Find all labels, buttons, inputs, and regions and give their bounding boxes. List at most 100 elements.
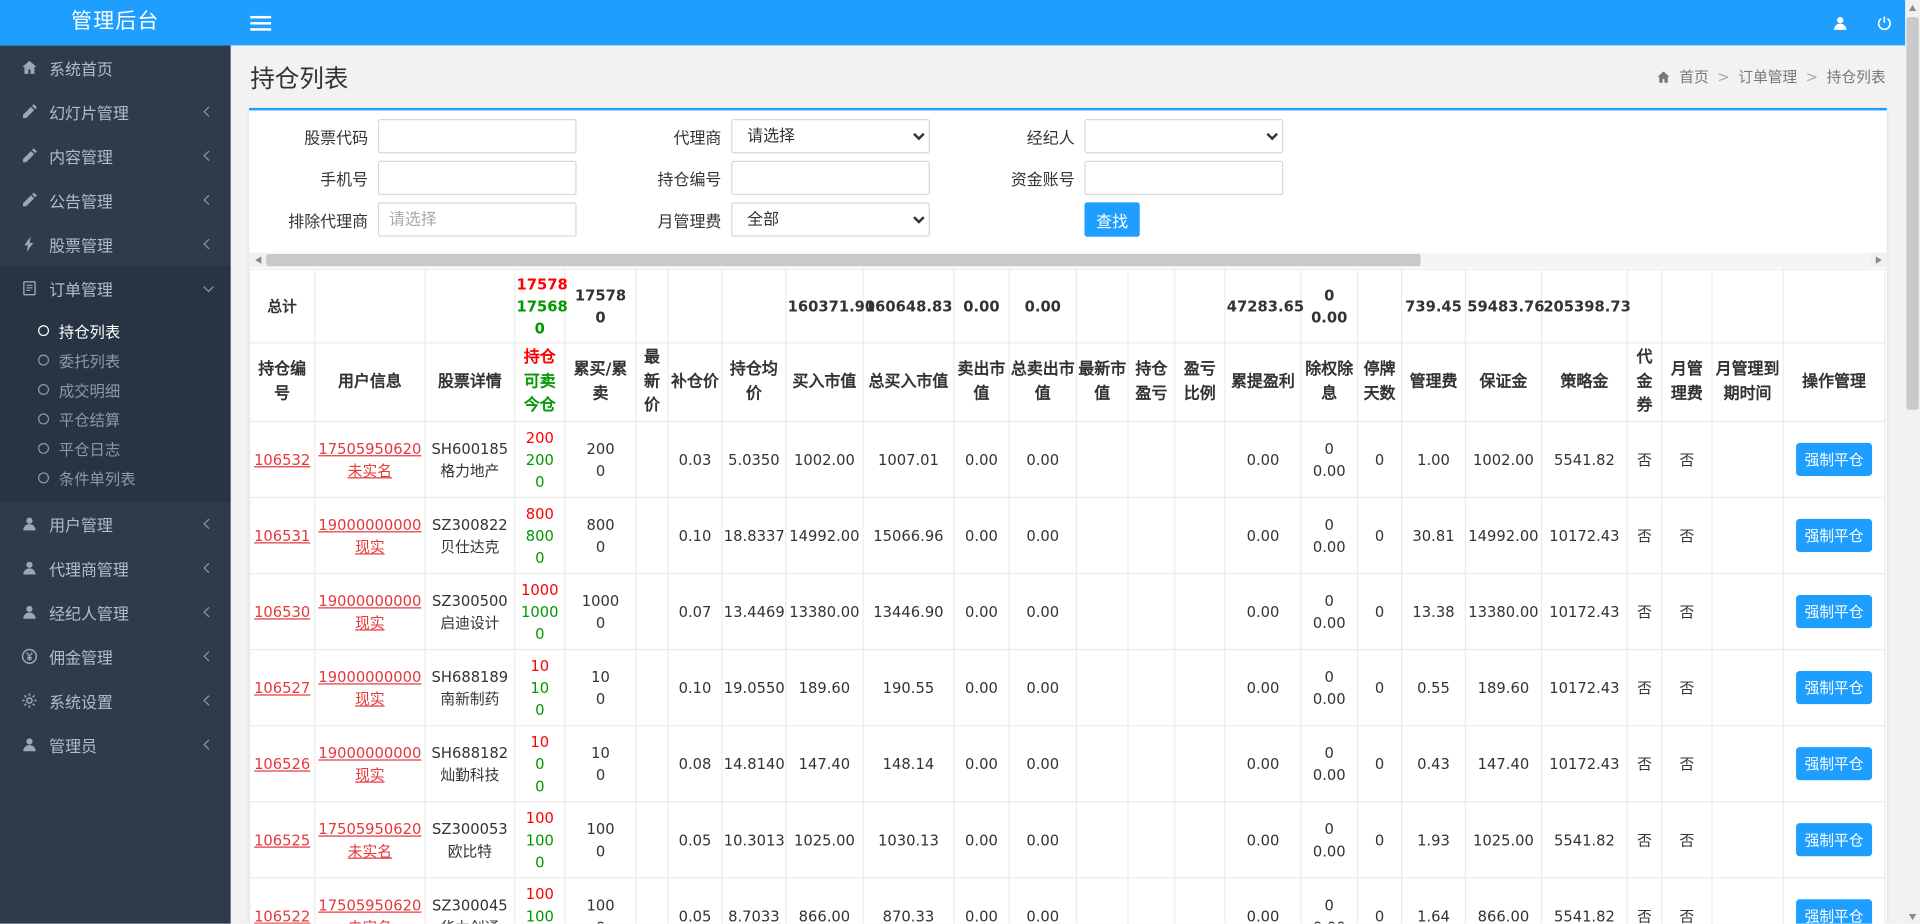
sidebar-subitem-entrust[interactable]: 委托列表 bbox=[0, 345, 231, 374]
accum-buy-sell: 1000 0 bbox=[564, 572, 637, 651]
sidebar-item-label: 经纪人管理 bbox=[49, 605, 129, 624]
force-close-button[interactable]: 强制平仓 bbox=[1796, 823, 1873, 857]
user-phone-link[interactable]: 19000000000 bbox=[318, 592, 421, 609]
sidebar-subitem-condition-orders[interactable]: 条件单列表 bbox=[0, 463, 231, 492]
broker-select[interactable] bbox=[1084, 118, 1284, 154]
user-tag-link[interactable]: 现实 bbox=[355, 538, 384, 555]
user-tag-link[interactable]: 现实 bbox=[355, 690, 384, 707]
horizontal-scrollbar-thumb[interactable] bbox=[266, 253, 1421, 267]
voucher: 否 bbox=[1626, 725, 1663, 803]
total-sell-value: 0.00 bbox=[1008, 725, 1078, 803]
user-phone-link[interactable]: 19000000000 bbox=[318, 668, 421, 685]
scroll-up-arrow-icon[interactable] bbox=[1905, 0, 1920, 15]
filter-row-2: 手机号 持仓编号 资金账号 bbox=[249, 160, 1887, 196]
scroll-left-arrow-icon[interactable] bbox=[249, 252, 267, 268]
user-tag-link[interactable]: 现实 bbox=[355, 614, 384, 631]
scroll-right-arrow-icon[interactable] bbox=[1869, 252, 1887, 268]
user-tag-link[interactable]: 现实 bbox=[355, 766, 384, 783]
position-id-link[interactable]: 106527 bbox=[254, 679, 310, 696]
sidebar-item-settings[interactable]: 系统设置 bbox=[0, 678, 231, 722]
fund-account-input[interactable] bbox=[1084, 160, 1284, 196]
phone-input[interactable] bbox=[377, 160, 577, 196]
horizontal-scrollbar-track[interactable] bbox=[266, 253, 1869, 268]
profit bbox=[1127, 648, 1176, 727]
force-close-button[interactable]: 强制平仓 bbox=[1796, 671, 1873, 705]
user-phone-link[interactable]: 17505950620 bbox=[318, 820, 421, 837]
power-icon[interactable] bbox=[1876, 14, 1893, 31]
table-header-row: 持仓编号 用户信息 股票详情 持仓 可卖 今仓 累买/累卖 最新价 补仓价 持仓均价 买入市值 总买入… bbox=[249, 342, 1886, 423]
vertical-scrollbar-thumb[interactable] bbox=[1906, 17, 1919, 410]
exclude-agent-input[interactable] bbox=[377, 202, 577, 237]
sidebar-subitem-close-log[interactable]: 平仓日志 bbox=[0, 433, 231, 462]
profit bbox=[1127, 420, 1176, 499]
user-tag-link[interactable]: 未实名 bbox=[348, 462, 392, 479]
monthly-fee: 否 bbox=[1661, 572, 1713, 651]
sidebar-item-content[interactable]: 内容管理 bbox=[0, 134, 231, 178]
sidebar-subitem-positions[interactable]: 持仓列表 bbox=[0, 315, 231, 344]
user-phone-link[interactable]: 19000000000 bbox=[318, 516, 421, 533]
agent-select[interactable]: 请选择 bbox=[731, 118, 930, 154]
position-id-link[interactable]: 106531 bbox=[254, 527, 310, 544]
sidebar-item-orders[interactable]: 订单管理 bbox=[0, 266, 231, 311]
user-phone-link[interactable]: 17505950620 bbox=[318, 440, 421, 457]
sidebar: 系统首页 幻灯片管理 内容管理 公告管理 股票管理 订单管理持仓列表 委托列表成交明细平仓结… bbox=[0, 45, 231, 924]
sidebar-item-admins[interactable]: 管理员 bbox=[0, 723, 231, 767]
breadcrumb-item[interactable]: 首页 bbox=[1679, 66, 1708, 87]
sidebar-item-stocks[interactable]: 股票管理 bbox=[0, 222, 231, 266]
position-id-link[interactable]: 106522 bbox=[254, 907, 310, 924]
avg-price: 19.0550 bbox=[721, 648, 787, 727]
user-phone-link[interactable]: 19000000000 bbox=[318, 744, 421, 761]
breadcrumb-item[interactable]: 持仓列表 bbox=[1827, 66, 1886, 87]
sidebar-item-home[interactable]: 系统首页 bbox=[0, 45, 231, 89]
search-button[interactable]: 查找 bbox=[1084, 202, 1140, 237]
monthly-fee-select[interactable]: 全部 bbox=[731, 202, 930, 237]
user-icon[interactable] bbox=[1832, 14, 1849, 31]
force-close-button[interactable]: 强制平仓 bbox=[1796, 518, 1873, 553]
position-row: 106531 19000000000 现实 SZ300822 贝仕达克 800 800 0 80… bbox=[249, 496, 1886, 575]
positions-table: 总计 17578 17568 0 17578 0 160371.90 160648.83 0.0… bbox=[249, 268, 1886, 924]
horizontal-scrollbar[interactable] bbox=[249, 252, 1887, 268]
position-no-input[interactable] bbox=[731, 160, 930, 196]
user-tag-link[interactable]: 未实名 bbox=[348, 918, 392, 924]
ex-rights: 00.00 bbox=[1300, 877, 1359, 924]
menu-toggle-icon[interactable] bbox=[250, 15, 272, 31]
add-price: 0.10 bbox=[667, 648, 723, 727]
sidebar-item-slides[interactable]: 幻灯片管理 bbox=[0, 90, 231, 134]
stock-code-input[interactable] bbox=[377, 118, 577, 154]
position-id-link[interactable]: 106526 bbox=[254, 755, 310, 772]
sidebar-item-notice[interactable]: 公告管理 bbox=[0, 178, 231, 222]
agent-label: 代理商 bbox=[673, 129, 722, 148]
profit bbox=[1127, 496, 1176, 575]
position-id-link[interactable]: 106532 bbox=[254, 451, 310, 468]
latest-price bbox=[635, 801, 669, 879]
sidebar-subitem-close-settle[interactable]: 平仓结算 bbox=[0, 404, 231, 433]
circle-bullet-icon bbox=[38, 412, 50, 424]
force-close-button[interactable]: 强制平仓 bbox=[1796, 899, 1873, 924]
chevron-left-icon bbox=[203, 606, 214, 618]
position-id-link[interactable]: 106530 bbox=[254, 603, 310, 620]
sidebar-item-users[interactable]: 用户管理 bbox=[0, 502, 231, 546]
vertical-scrollbar[interactable] bbox=[1905, 0, 1920, 924]
force-close-button[interactable]: 强制平仓 bbox=[1796, 747, 1873, 781]
sidebar-subitem-deals[interactable]: 成交明细 bbox=[0, 374, 231, 403]
sidebar-item-agents[interactable]: 代理商管理 bbox=[0, 546, 231, 590]
sidebar-subitem-label: 成交明细 bbox=[58, 380, 121, 400]
buy-value: 1025.00 bbox=[785, 801, 864, 879]
breadcrumb-item[interactable]: 订单管理 bbox=[1738, 66, 1797, 87]
user-phone-link[interactable]: 17505950620 bbox=[318, 896, 421, 913]
margin: 1025.00 bbox=[1464, 801, 1543, 879]
stock-code: SH688189 bbox=[431, 667, 509, 686]
chevron-down-icon bbox=[203, 281, 214, 293]
force-close-button[interactable]: 强制平仓 bbox=[1796, 594, 1873, 629]
filter-row-1: 股票代码 代理商 请选择 经纪人 bbox=[249, 118, 1887, 154]
content-card: 股票代码 代理商 请选择 经纪人 手机号 持仓编号 资金账号 排除代理商 请选择… bbox=[249, 107, 1887, 924]
user-tag-link[interactable]: 未实名 bbox=[348, 842, 392, 859]
scroll-down-arrow-icon[interactable] bbox=[1905, 909, 1920, 924]
col-header-accum-profit: 累提盈利 bbox=[1224, 342, 1302, 423]
profit-ratio bbox=[1174, 801, 1226, 879]
sidebar-item-commission[interactable]: 佣金管理 bbox=[0, 634, 231, 678]
sidebar-item-brokers[interactable]: 经纪人管理 bbox=[0, 590, 231, 634]
monthly-expire bbox=[1711, 725, 1784, 803]
force-close-button[interactable]: 强制平仓 bbox=[1796, 442, 1873, 476]
position-id-link[interactable]: 106525 bbox=[254, 831, 310, 848]
